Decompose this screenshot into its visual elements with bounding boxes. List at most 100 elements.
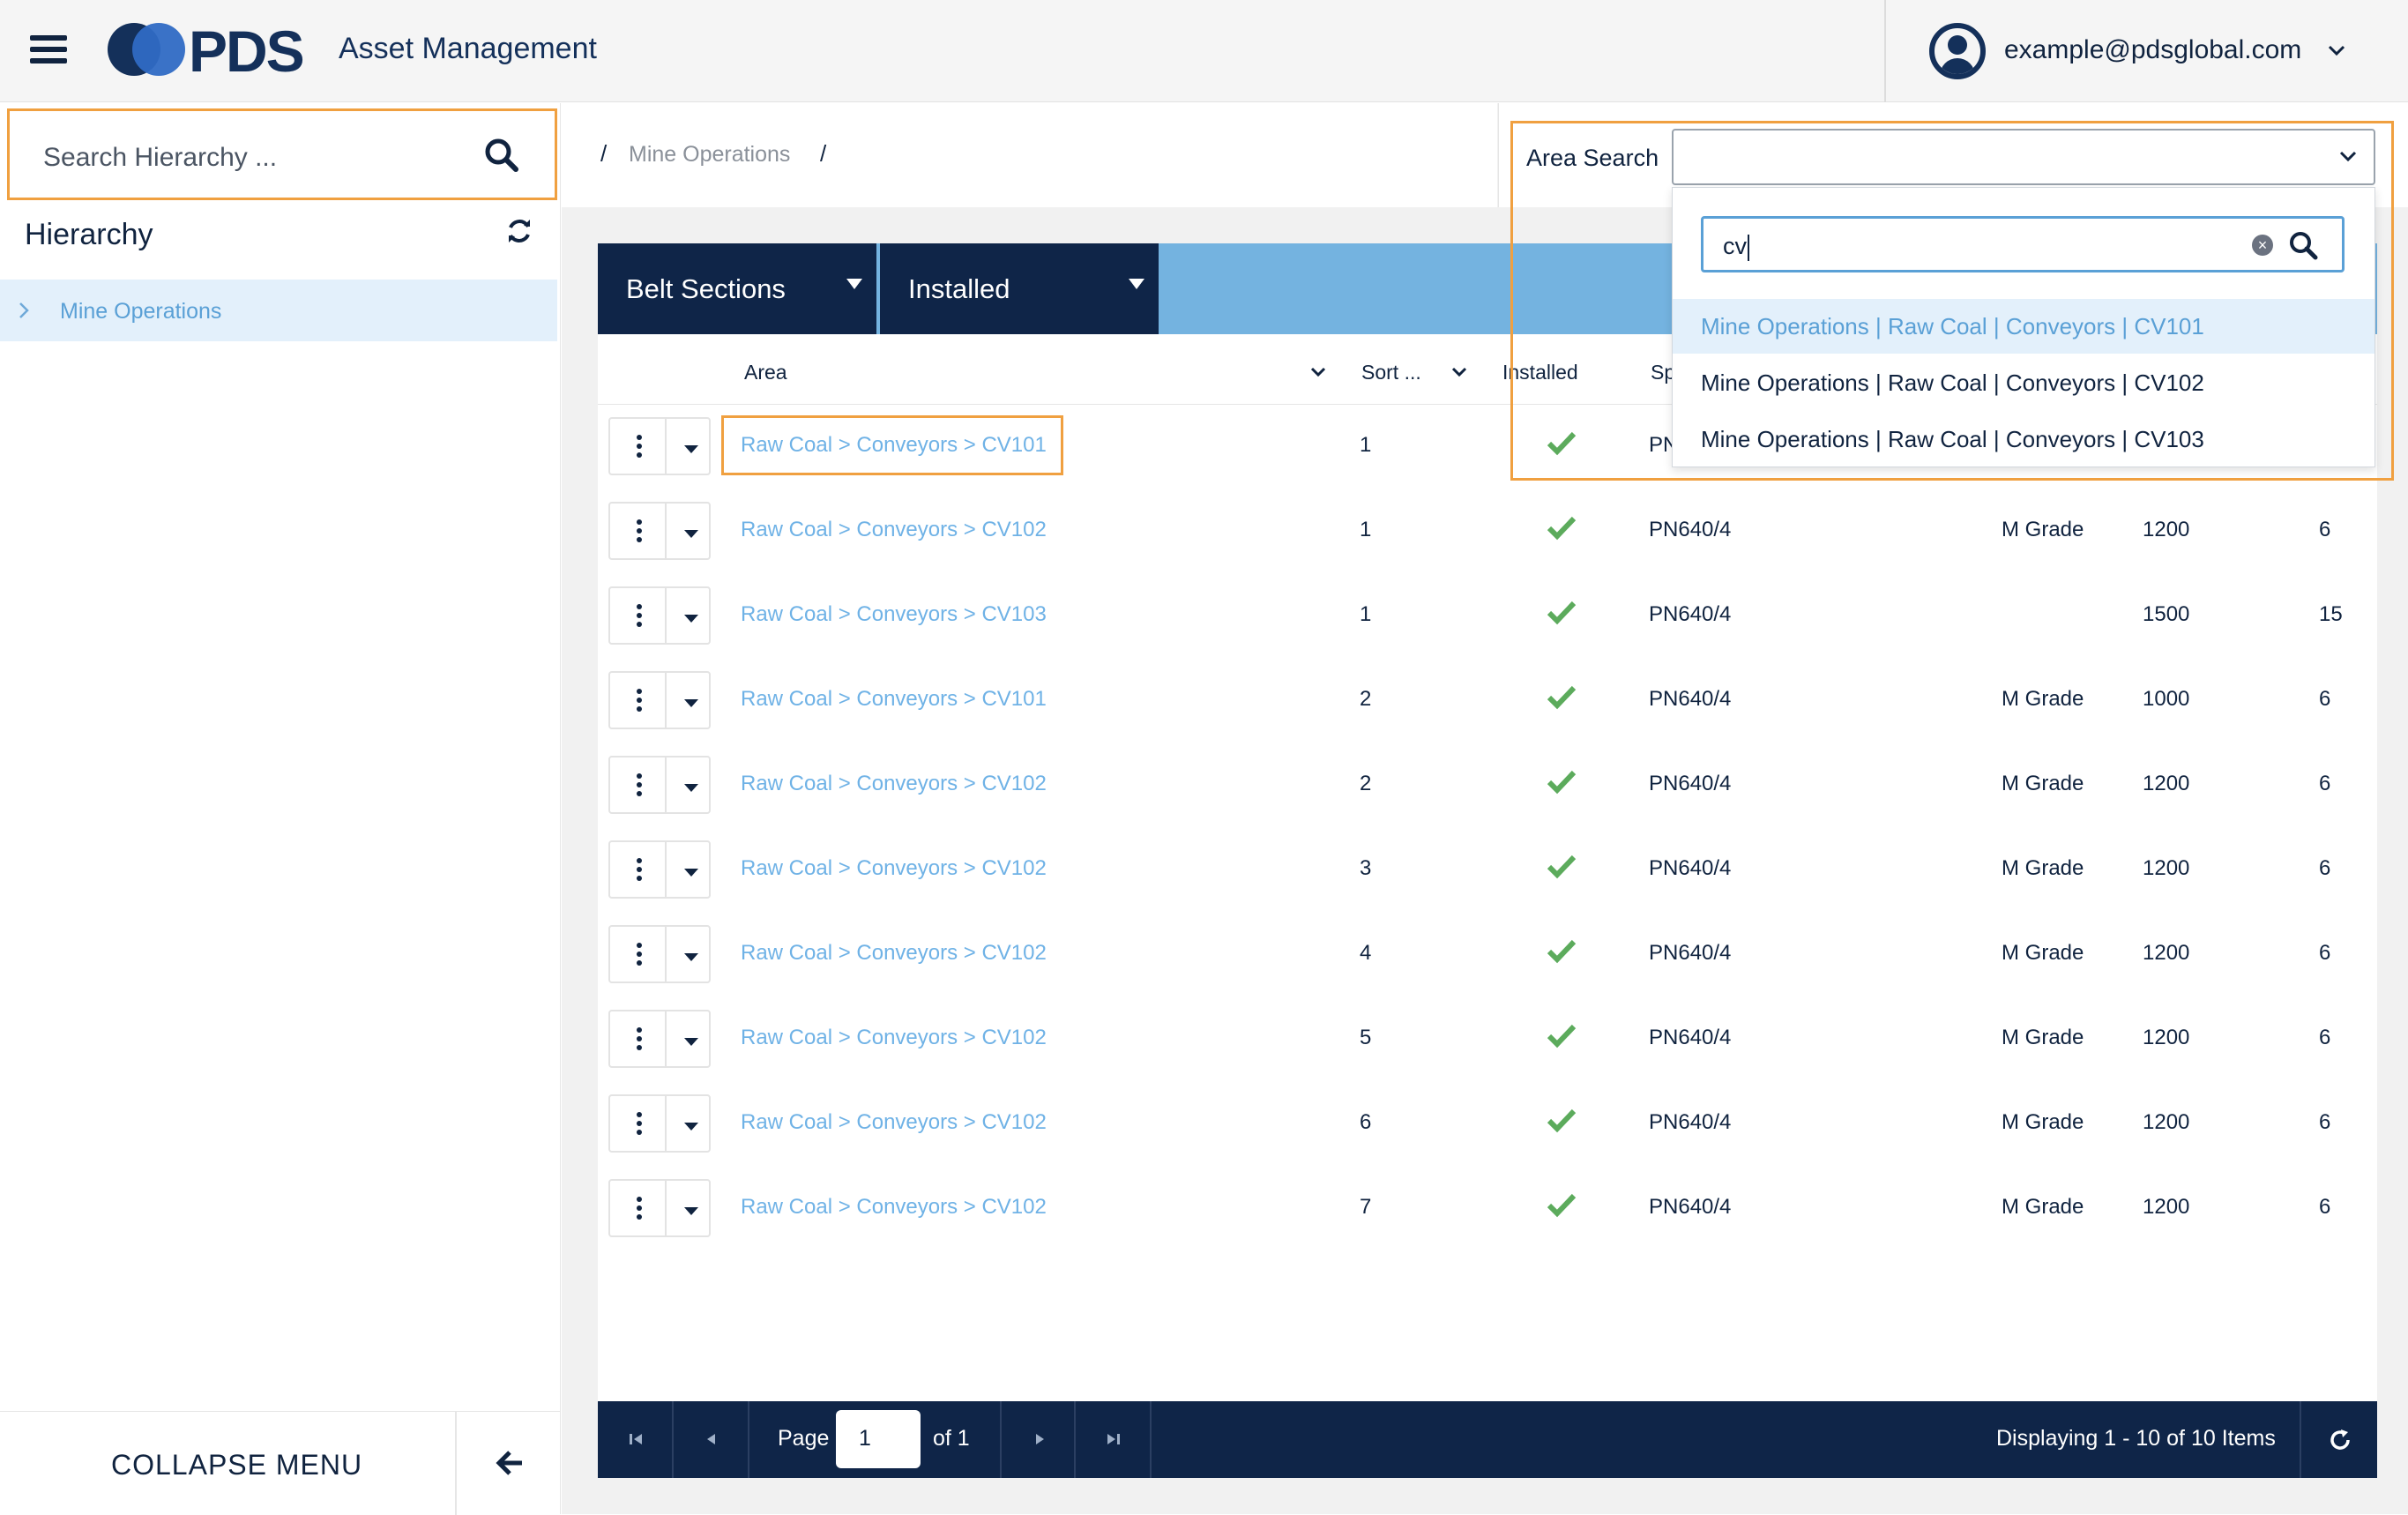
top-bar: PDS Asset Management example@pdsglobal.c… xyxy=(0,0,2408,102)
user-email[interactable]: example@pdsglobal.com xyxy=(2004,35,2301,65)
chevron-down-icon[interactable] xyxy=(1450,362,1469,382)
plies-cell: 6 xyxy=(2319,687,2331,711)
area-link[interactable]: Raw Coal > Conveyors > CV102 xyxy=(741,1110,1047,1135)
collapse-menu-label[interactable]: COLLAPSE MENU xyxy=(111,1449,362,1481)
more-vertical-icon[interactable] xyxy=(637,943,642,969)
clear-icon[interactable]: × xyxy=(2252,235,2273,256)
collapse-menu-bar[interactable]: COLLAPSE MENU xyxy=(0,1411,561,1515)
area-option[interactable]: Mine Operations | Raw Coal | Conveyors |… xyxy=(1673,299,2374,354)
width-cell: 1200 xyxy=(2143,1195,2190,1219)
more-vertical-icon[interactable] xyxy=(637,1027,642,1054)
column-header-installed[interactable]: Installed xyxy=(1502,361,1578,384)
hierarchy-search-placeholder: Search Hierarchy ... xyxy=(43,143,278,172)
row-actions-divider xyxy=(665,758,667,812)
refresh-grid-icon[interactable] xyxy=(2300,1401,2377,1478)
hierarchy-title: Hierarchy xyxy=(25,218,153,251)
caret-down-icon[interactable] xyxy=(684,869,698,877)
width-cell: 1200 xyxy=(2143,1026,2190,1049)
more-vertical-icon[interactable] xyxy=(637,773,642,800)
caret-down-icon[interactable] xyxy=(684,699,698,707)
plies-cell: 6 xyxy=(2319,518,2331,541)
caret-down-icon[interactable] xyxy=(684,953,698,961)
grade-cell: M Grade xyxy=(2002,772,2084,795)
table-row: Raw Coal > Conveyors > CV102 5 PN640/4 M Gr… xyxy=(598,997,2377,1082)
check-icon xyxy=(1547,770,1577,795)
spec-cell: PN640/4 xyxy=(1649,687,1732,711)
page-label: Page xyxy=(778,1426,830,1451)
row-actions-menu[interactable] xyxy=(608,925,711,983)
more-vertical-icon[interactable] xyxy=(637,689,642,715)
more-vertical-icon[interactable] xyxy=(637,604,642,631)
row-actions-menu[interactable] xyxy=(608,417,711,475)
width-cell: 1200 xyxy=(2143,518,2190,541)
caret-down-icon xyxy=(846,279,862,289)
display-count: Displaying 1 - 10 of 10 Items xyxy=(1996,1426,2276,1451)
chevron-down-icon[interactable] xyxy=(1308,362,1328,382)
area-link[interactable]: Raw Coal > Conveyors > CV102 xyxy=(741,856,1047,881)
breadcrumb-separator: / xyxy=(600,140,608,167)
area-option[interactable]: Mine Operations | Raw Coal | Conveyors |… xyxy=(1673,412,2374,466)
chevron-right-icon[interactable] xyxy=(18,299,30,326)
caret-down-icon[interactable] xyxy=(684,530,698,538)
refresh-hierarchy-icon[interactable] xyxy=(504,216,534,246)
row-actions-menu[interactable] xyxy=(608,1094,711,1153)
more-vertical-icon[interactable] xyxy=(637,1112,642,1138)
page-input[interactable]: 1 xyxy=(836,1410,921,1468)
arrow-left-icon[interactable] xyxy=(492,1445,527,1481)
more-vertical-icon[interactable] xyxy=(637,858,642,884)
next-page-button[interactable] xyxy=(1000,1401,1076,1478)
check-icon xyxy=(1547,939,1577,964)
row-actions-menu[interactable] xyxy=(608,1010,711,1068)
more-vertical-icon[interactable] xyxy=(637,519,642,546)
table-row: Raw Coal > Conveyors > CV102 1 PN640/4 M Gr… xyxy=(598,489,2377,574)
last-page-button[interactable] xyxy=(1076,1401,1152,1478)
caret-down-icon[interactable] xyxy=(684,1038,698,1046)
view-select[interactable]: Belt Sections xyxy=(598,243,876,334)
row-actions-menu[interactable] xyxy=(608,756,711,814)
caret-down-icon[interactable] xyxy=(684,784,698,792)
row-actions-menu[interactable] xyxy=(608,1179,711,1237)
breadcrumb-item-mine-operations[interactable]: Mine Operations xyxy=(629,142,790,168)
spec-cell: PN640/4 xyxy=(1649,1026,1732,1049)
area-filter-input[interactable]: cv × xyxy=(1701,216,2345,272)
row-actions-menu[interactable] xyxy=(608,586,711,645)
table-row: Raw Coal > Conveyors > CV102 4 PN640/4 M Gr… xyxy=(598,913,2377,997)
grade-cell: M Grade xyxy=(2002,1026,2084,1049)
row-actions-menu[interactable] xyxy=(608,840,711,899)
area-link[interactable]: Raw Coal > Conveyors > CV102 xyxy=(741,1195,1047,1220)
caret-down-icon[interactable] xyxy=(684,1123,698,1131)
search-icon[interactable] xyxy=(482,136,521,175)
table-row: Raw Coal > Conveyors > CV102 7 PN640/4 M Gr… xyxy=(598,1167,2377,1251)
prev-page-button[interactable] xyxy=(674,1401,749,1478)
area-link[interactable]: Raw Coal > Conveyors > CV102 xyxy=(741,518,1047,542)
column-header-sort[interactable]: Sort ... xyxy=(1361,361,1421,384)
table-row: Raw Coal > Conveyors > CV102 2 PN640/4 M Gr… xyxy=(598,743,2377,828)
caret-down-icon[interactable] xyxy=(684,615,698,623)
area-link[interactable]: Raw Coal > Conveyors > CV102 xyxy=(741,1026,1047,1050)
more-vertical-icon[interactable] xyxy=(637,435,642,461)
area-option[interactable]: Mine Operations | Raw Coal | Conveyors |… xyxy=(1673,355,2374,410)
caret-down-icon[interactable] xyxy=(684,1207,698,1215)
first-page-button[interactable] xyxy=(598,1401,674,1478)
area-link[interactable]: Raw Coal > Conveyors > CV101 xyxy=(741,687,1047,712)
hamburger-menu-icon[interactable] xyxy=(30,35,67,63)
row-actions-menu[interactable] xyxy=(608,671,711,729)
more-vertical-icon[interactable] xyxy=(637,1197,642,1223)
pager: Page 1 of 1 Displaying 1 - 10 of 10 Item… xyxy=(598,1401,2377,1478)
search-icon[interactable] xyxy=(2287,229,2319,261)
area-search-select[interactable] xyxy=(1672,129,2375,185)
app-title: Asset Management xyxy=(339,32,597,65)
row-actions-menu[interactable] xyxy=(608,502,711,560)
chevron-down-icon[interactable] xyxy=(2337,145,2360,168)
caret-down-icon[interactable] xyxy=(684,445,698,453)
area-link[interactable]: Raw Coal > Conveyors > CV102 xyxy=(741,941,1047,966)
status-select[interactable]: Installed xyxy=(880,243,1159,334)
user-menu-chevron-down-icon[interactable] xyxy=(2326,39,2347,67)
area-link[interactable]: Raw Coal > Conveyors > CV102 xyxy=(741,772,1047,796)
hierarchy-search-input[interactable]: Search Hierarchy ... xyxy=(7,108,557,200)
area-link[interactable]: Raw Coal > Conveyors > CV103 xyxy=(741,602,1047,627)
tree-item-mine-operations[interactable]: Mine Operations xyxy=(0,280,557,341)
spec-cell: PN640/4 xyxy=(1649,772,1732,795)
column-header-area[interactable]: Area xyxy=(744,361,787,384)
user-avatar-icon[interactable] xyxy=(1929,23,1986,79)
